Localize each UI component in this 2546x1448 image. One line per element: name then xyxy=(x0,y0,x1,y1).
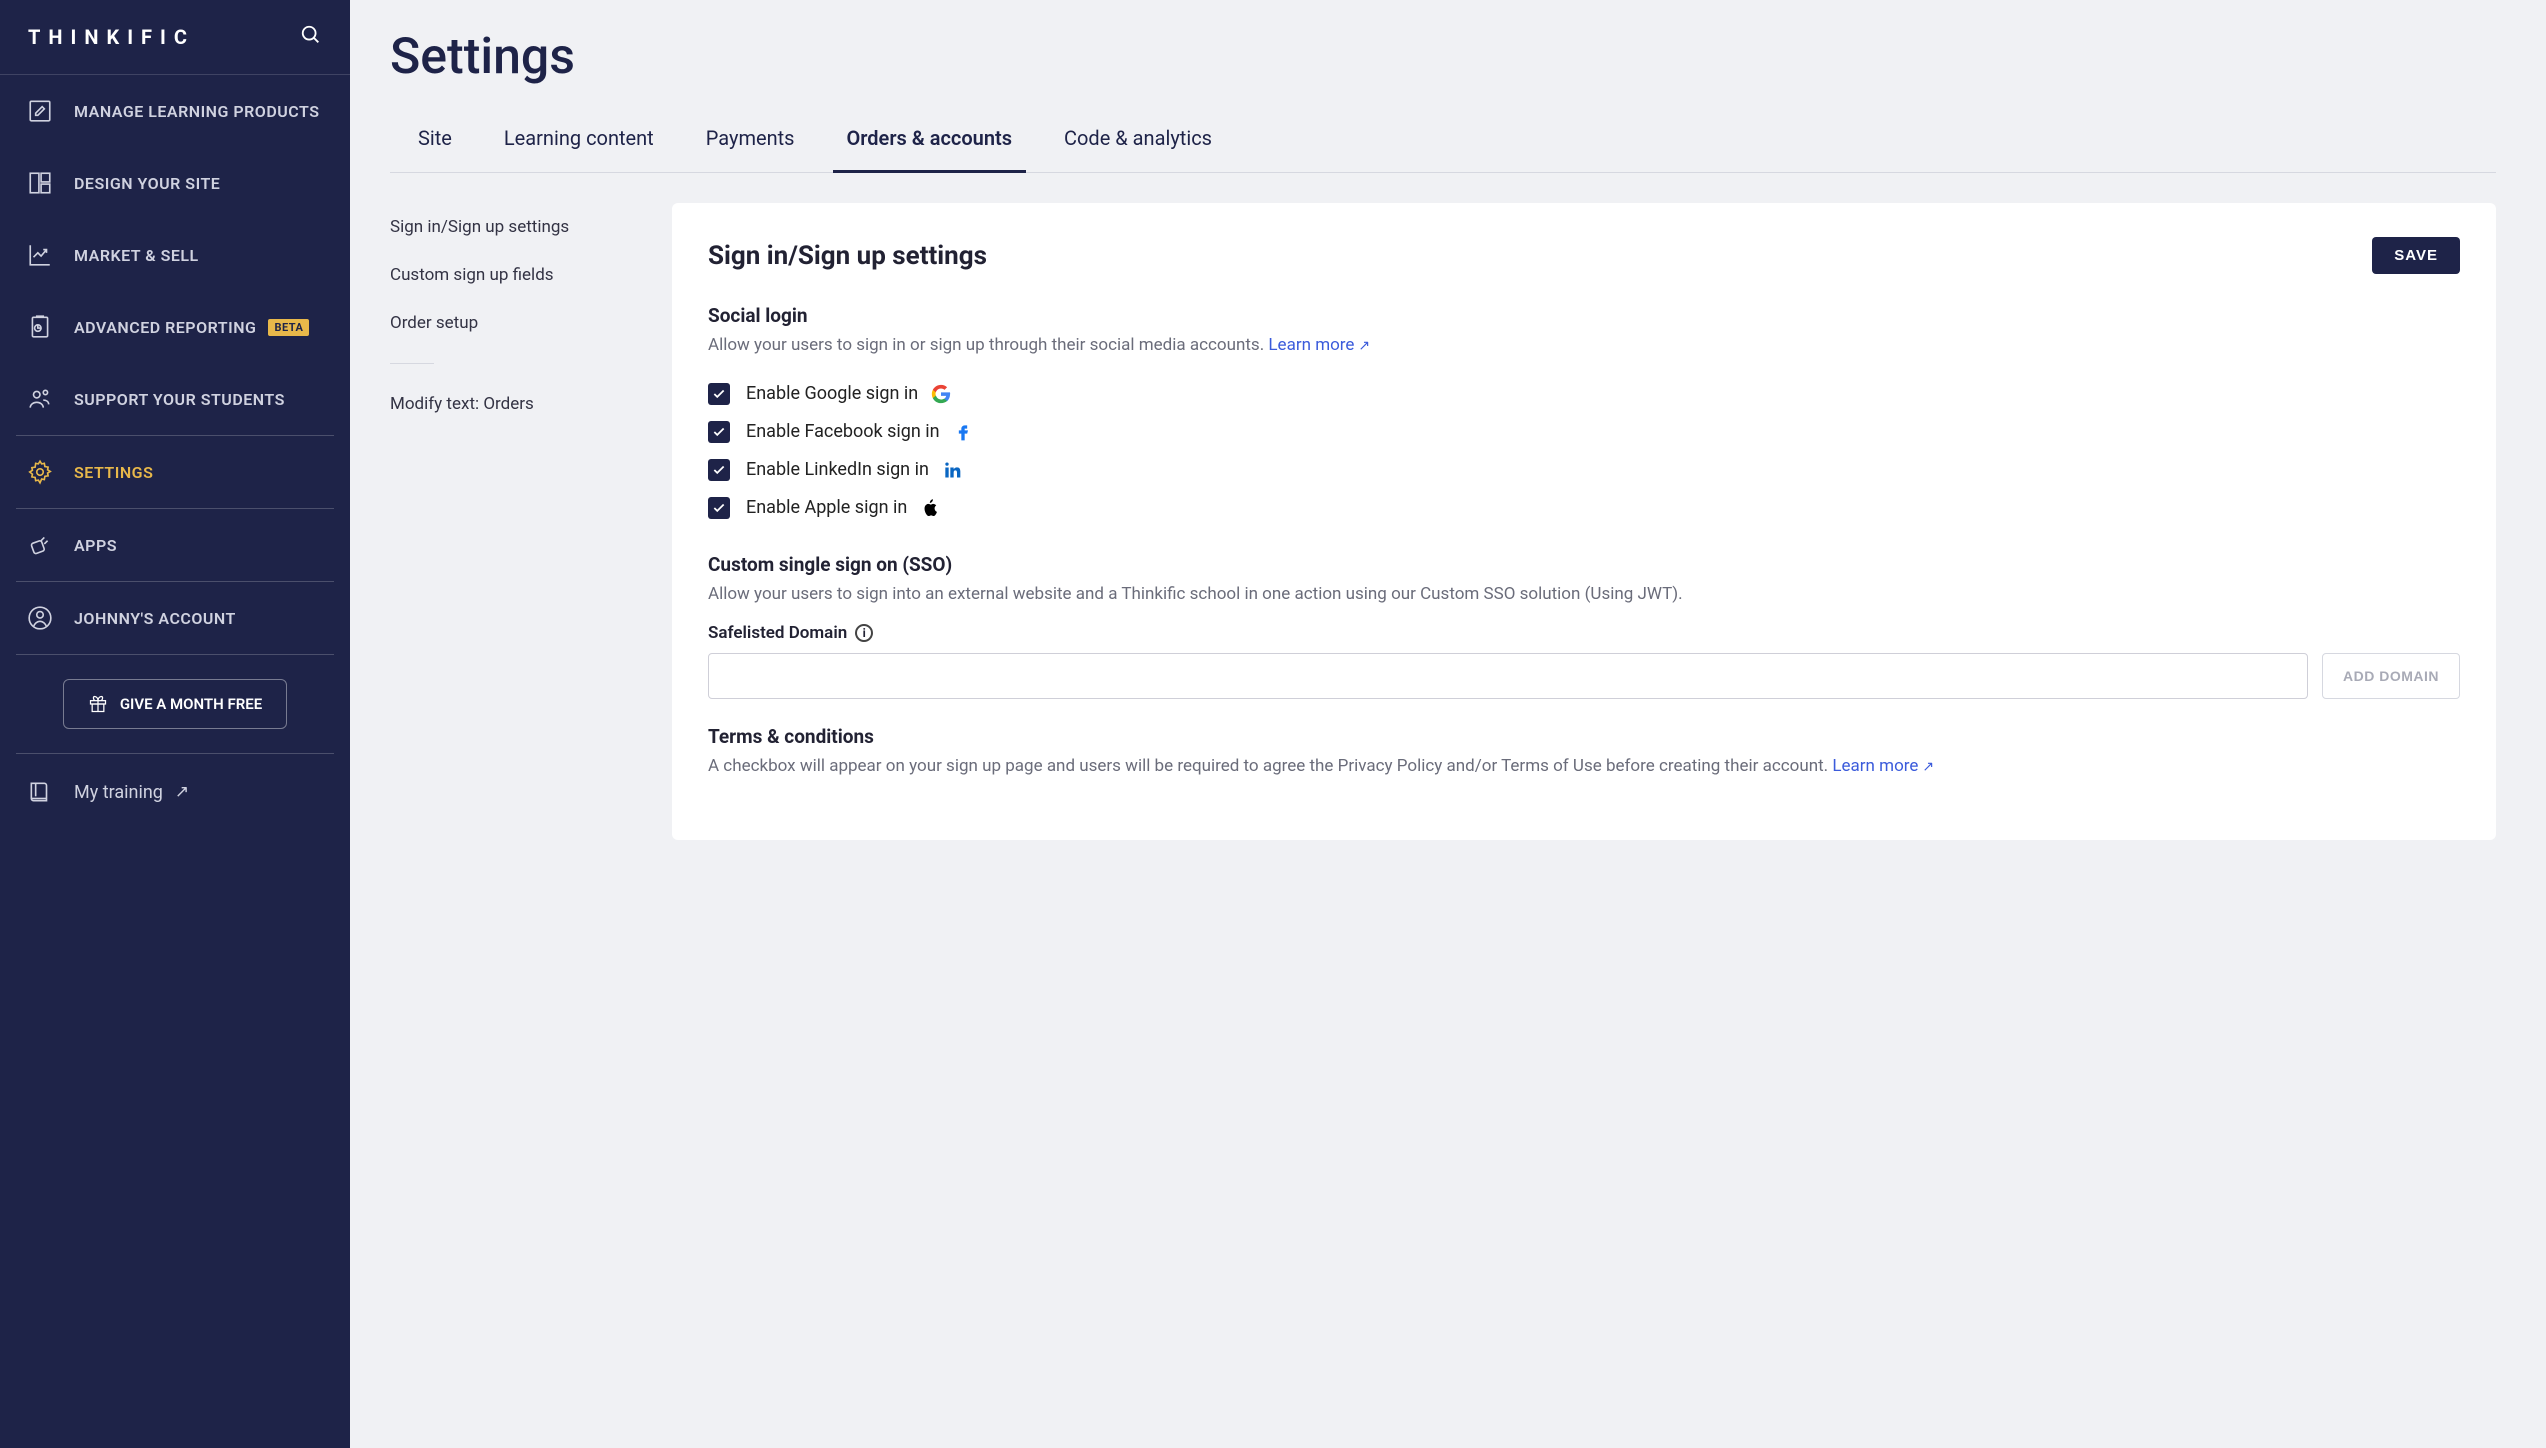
sidebar-item-advanced-reporting[interactable]: ADVANCED REPORTING BETA xyxy=(0,291,350,363)
checkbox-facebook[interactable] xyxy=(708,421,730,443)
terms-title: Terms & conditions xyxy=(708,725,2460,748)
apple-icon xyxy=(919,497,941,519)
avatar-icon xyxy=(24,602,56,634)
facebook-icon xyxy=(952,421,974,443)
sidebar-item-label: APPS xyxy=(74,536,117,555)
tab-payments[interactable]: Payments xyxy=(706,110,795,172)
book-icon xyxy=(24,776,56,808)
checkbox-apple-label: Enable Apple sign in xyxy=(746,497,907,518)
people-icon xyxy=(24,383,56,415)
subnav-modify-text-orders[interactable]: Modify text: Orders xyxy=(390,380,652,428)
sidebar-item-label: SUPPORT YOUR STUDENTS xyxy=(74,390,285,409)
external-link-icon: ↗ xyxy=(175,782,189,802)
sidebar-item-label: JOHNNY'S ACCOUNT xyxy=(74,609,236,628)
add-domain-button[interactable]: ADD DOMAIN xyxy=(2322,653,2460,699)
sidebar-item-label: ADVANCED REPORTING xyxy=(74,318,256,337)
safelisted-domain-input[interactable] xyxy=(708,653,2308,699)
pencil-box-icon xyxy=(24,95,56,127)
sidebar-item-label: MANAGE LEARNING PRODUCTS xyxy=(74,102,319,121)
external-link-icon: ↗ xyxy=(1922,759,1934,775)
my-training-link[interactable]: My training ↗ xyxy=(0,754,350,830)
sidebar-item-label: My training xyxy=(74,782,163,803)
search-icon[interactable] xyxy=(300,24,322,50)
learn-more-terms-link[interactable]: Learn more↗ xyxy=(1832,756,1934,776)
tab-code-analytics[interactable]: Code & analytics xyxy=(1064,110,1212,172)
sidebar-item-market-sell[interactable]: MARKET & SELL xyxy=(0,219,350,291)
tab-site[interactable]: Site xyxy=(418,110,452,172)
learn-more-social-link[interactable]: Learn more↗ xyxy=(1268,335,1370,355)
sidebar-item-support-students[interactable]: SUPPORT YOUR STUDENTS xyxy=(0,363,350,435)
terms-desc: A checkbox will appear on your sign up p… xyxy=(708,754,2460,780)
sidebar-item-apps[interactable]: APPS xyxy=(0,509,350,581)
google-icon xyxy=(930,383,952,405)
tab-orders-accounts[interactable]: Orders & accounts xyxy=(847,110,1013,172)
panel-title: Sign in/Sign up settings xyxy=(708,241,987,271)
checkbox-google[interactable] xyxy=(708,383,730,405)
gear-icon xyxy=(24,456,56,488)
give-month-free-button[interactable]: GIVE A MONTH FREE xyxy=(63,679,287,729)
checkbox-apple[interactable] xyxy=(708,497,730,519)
tab-learning-content[interactable]: Learning content xyxy=(504,110,654,172)
sidebar-item-settings[interactable]: SETTINGS xyxy=(0,436,350,508)
save-button[interactable]: SAVE xyxy=(2372,237,2460,274)
checkbox-google-label: Enable Google sign in xyxy=(746,383,918,404)
linkedin-icon xyxy=(941,459,963,481)
page-title: Settings xyxy=(390,28,2496,86)
plugin-icon xyxy=(24,529,56,561)
subnav-signin-settings[interactable]: Sign in/Sign up settings xyxy=(390,203,652,251)
checkbox-linkedin[interactable] xyxy=(708,459,730,481)
sso-title: Custom single sign on (SSO) xyxy=(708,553,2460,576)
beta-badge: BETA xyxy=(268,319,309,336)
sidebar-item-design-your-site[interactable]: DESIGN YOUR SITE xyxy=(0,147,350,219)
brand-logo[interactable]: THINKIFIC xyxy=(28,25,195,49)
checkbox-facebook-label: Enable Facebook sign in xyxy=(746,421,940,442)
subnav-order-setup[interactable]: Order setup xyxy=(390,299,652,347)
subnav-custom-signup-fields[interactable]: Custom sign up fields xyxy=(390,251,652,299)
sidebar-item-label: DESIGN YOUR SITE xyxy=(74,174,220,193)
safelisted-domain-label: Safelisted Domain xyxy=(708,623,847,643)
info-icon[interactable]: i xyxy=(855,624,873,642)
social-login-desc: Allow your users to sign in or sign up t… xyxy=(708,333,2460,359)
social-login-title: Social login xyxy=(708,304,2460,327)
external-link-icon: ↗ xyxy=(1358,338,1370,354)
layout-icon xyxy=(24,167,56,199)
sidebar-item-label: SETTINGS xyxy=(74,463,153,482)
sso-desc: Allow your users to sign into an externa… xyxy=(708,582,2460,608)
chart-icon xyxy=(24,239,56,271)
sidebar-item-manage-learning-products[interactable]: MANAGE LEARNING PRODUCTS xyxy=(0,75,350,147)
sidebar-item-label: MARKET & SELL xyxy=(74,246,199,265)
gift-icon xyxy=(88,694,108,714)
checkbox-linkedin-label: Enable LinkedIn sign in xyxy=(746,459,929,480)
clipboard-chart-icon xyxy=(24,311,56,343)
sidebar-item-account[interactable]: JOHNNY'S ACCOUNT xyxy=(0,582,350,654)
